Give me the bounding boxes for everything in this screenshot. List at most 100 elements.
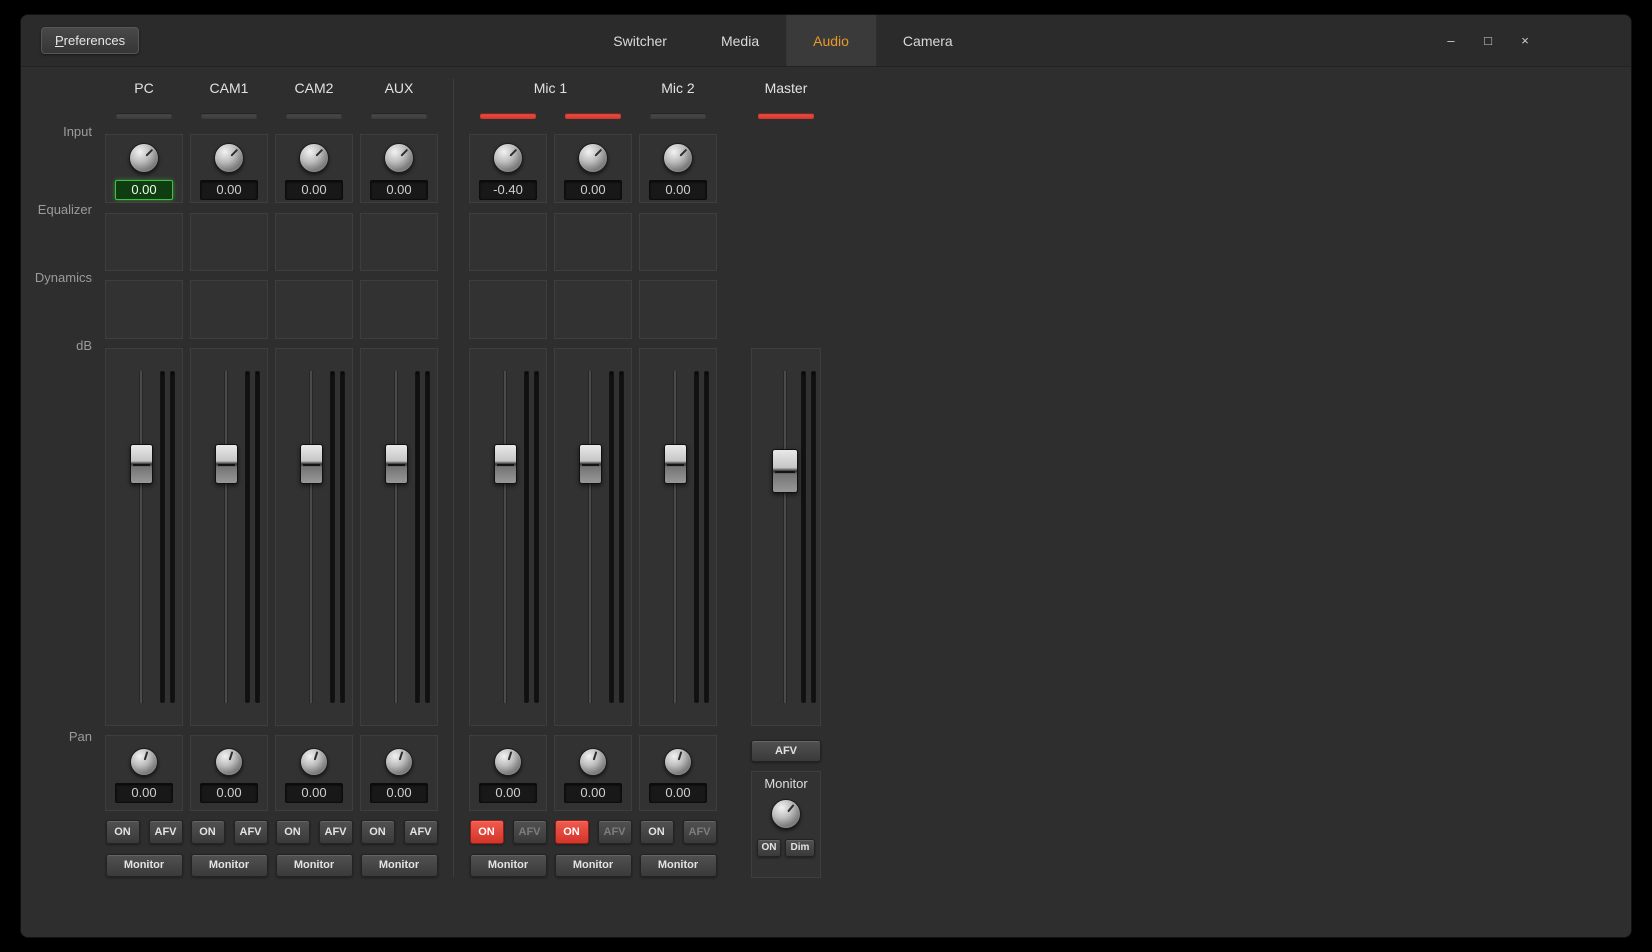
preferences-label: Preferences — [55, 33, 125, 48]
monitor-dim-button[interactable]: Dim — [785, 839, 815, 857]
afv-button[interactable]: AFV — [683, 820, 717, 844]
fader-handle[interactable] — [130, 444, 153, 484]
pan-section: 0.00 — [275, 735, 353, 811]
fader-track — [588, 371, 592, 703]
preferences-button[interactable]: Preferences — [41, 27, 139, 54]
input-gain-value[interactable]: -0.40 — [479, 180, 537, 200]
fader-handle[interactable] — [494, 444, 517, 484]
monitor-button[interactable]: Monitor — [555, 854, 632, 877]
on-button[interactable]: ON — [640, 820, 674, 844]
monitor-on-button[interactable]: ON — [757, 839, 781, 857]
pan-knob[interactable] — [664, 748, 692, 776]
level-meter-right — [340, 371, 345, 703]
pan-knob[interactable] — [494, 748, 522, 776]
tab-media[interactable]: Media — [694, 15, 786, 66]
input-gain-value[interactable]: 0.00 — [200, 180, 258, 200]
fader-track — [139, 371, 143, 703]
on-button[interactable]: ON — [276, 820, 310, 844]
pan-knob[interactable] — [385, 748, 413, 776]
pan-value[interactable]: 0.00 — [564, 783, 622, 803]
pan-value[interactable]: 0.00 — [649, 783, 707, 803]
on-button[interactable]: ON — [555, 820, 589, 844]
fader-handle[interactable] — [579, 444, 602, 484]
window-controls: – □ × — [1443, 15, 1533, 66]
tab-camera[interactable]: Camera — [876, 15, 980, 66]
equalizer-section — [554, 213, 632, 271]
channel-group-strips: 0.00 0.00 ON AFV Monitor — [275, 101, 353, 877]
minimize-icon[interactable]: – — [1443, 33, 1459, 48]
channel-group: AUX 0.00 0.00 ON AFV Monitor — [360, 79, 438, 877]
input-gain-value[interactable]: 0.00 — [564, 180, 622, 200]
monitor-button[interactable]: Monitor — [191, 854, 268, 877]
knob-pointer-icon — [662, 746, 695, 779]
pan-value[interactable]: 0.00 — [115, 783, 173, 803]
input-gain-value[interactable]: 0.00 — [285, 180, 343, 200]
input-gain-knob[interactable] — [663, 143, 693, 173]
close-icon[interactable]: × — [1517, 33, 1533, 48]
channel-strip: -0.40 0.00 ON AFV Monitor — [469, 101, 547, 877]
monitor-button[interactable]: Monitor — [640, 854, 717, 877]
master-fader-handle[interactable] — [772, 449, 798, 493]
monitor-level-knob[interactable] — [771, 799, 801, 829]
input-gain-knob[interactable] — [299, 143, 329, 173]
monitor-panel: Monitor ON Dim — [751, 771, 821, 878]
fader-handle[interactable] — [385, 444, 408, 484]
channel-group: CAM2 0.00 0.00 ON AFV Monitor — [275, 79, 353, 877]
channel-group-strips: -0.40 0.00 ON AFV Monitor 0.00 — [469, 101, 632, 877]
afv-button[interactable]: AFV — [149, 820, 183, 844]
input-section: 0.00 — [360, 134, 438, 203]
afv-button[interactable]: AFV — [404, 820, 438, 844]
input-gain-knob[interactable] — [578, 143, 608, 173]
afv-button[interactable]: AFV — [319, 820, 353, 844]
fader-handle[interactable] — [215, 444, 238, 484]
equalizer-section — [105, 213, 183, 271]
input-gain-knob[interactable] — [493, 143, 523, 173]
fader-handle[interactable] — [664, 444, 687, 484]
dynamics-section — [105, 280, 183, 339]
input-section: 0.00 — [105, 134, 183, 203]
on-button[interactable]: ON — [361, 820, 395, 844]
input-gain-knob[interactable] — [214, 143, 244, 173]
pan-value[interactable]: 0.00 — [285, 783, 343, 803]
maximize-icon[interactable]: □ — [1480, 33, 1496, 48]
pan-knob[interactable] — [579, 748, 607, 776]
level-meter-right — [619, 371, 624, 703]
input-gain-value[interactable]: 0.00 — [370, 180, 428, 200]
channel-group-label: AUX — [360, 79, 438, 101]
dynamics-section — [360, 280, 438, 339]
channel-strip: 0.00 0.00 ON AFV Monitor — [639, 101, 717, 877]
channel-strip: 0.00 0.00 ON AFV Monitor — [275, 101, 353, 877]
tab-audio[interactable]: Audio — [786, 15, 876, 66]
tab-switcher[interactable]: Switcher — [586, 15, 694, 66]
on-button[interactable]: ON — [106, 820, 140, 844]
master-afv-button[interactable]: AFV — [751, 740, 821, 762]
on-button[interactable]: ON — [191, 820, 225, 844]
afv-button[interactable]: AFV — [513, 820, 547, 844]
input-gain-knob[interactable] — [384, 143, 414, 173]
pan-value[interactable]: 0.00 — [479, 783, 537, 803]
knob-pointer-icon — [658, 138, 698, 178]
knob-pointer-icon — [488, 138, 528, 178]
monitor-button[interactable]: Monitor — [361, 854, 438, 877]
on-button[interactable]: ON — [470, 820, 504, 844]
input-gain-value[interactable]: 0.00 — [115, 180, 173, 200]
pan-value[interactable]: 0.00 — [370, 783, 428, 803]
monitor-button[interactable]: Monitor — [470, 854, 547, 877]
level-meter-left — [415, 371, 420, 703]
fader-handle[interactable] — [300, 444, 323, 484]
pan-knob[interactable] — [215, 748, 243, 776]
input-gain-knob[interactable] — [129, 143, 159, 173]
monitor-button[interactable]: Monitor — [106, 854, 183, 877]
pan-section: 0.00 — [639, 735, 717, 811]
pan-knob[interactable] — [130, 748, 158, 776]
tab-bar: Switcher Media Audio Camera — [586, 15, 979, 66]
fader-section — [190, 348, 268, 726]
pan-knob[interactable] — [300, 748, 328, 776]
pan-value[interactable]: 0.00 — [200, 783, 258, 803]
knob-pointer-icon — [213, 746, 246, 779]
afv-button[interactable]: AFV — [234, 820, 268, 844]
input-gain-value[interactable]: 0.00 — [649, 180, 707, 200]
afv-button[interactable]: AFV — [598, 820, 632, 844]
monitor-button[interactable]: Monitor — [276, 854, 353, 877]
section-label-equalizer: Equalizer — [21, 202, 98, 217]
